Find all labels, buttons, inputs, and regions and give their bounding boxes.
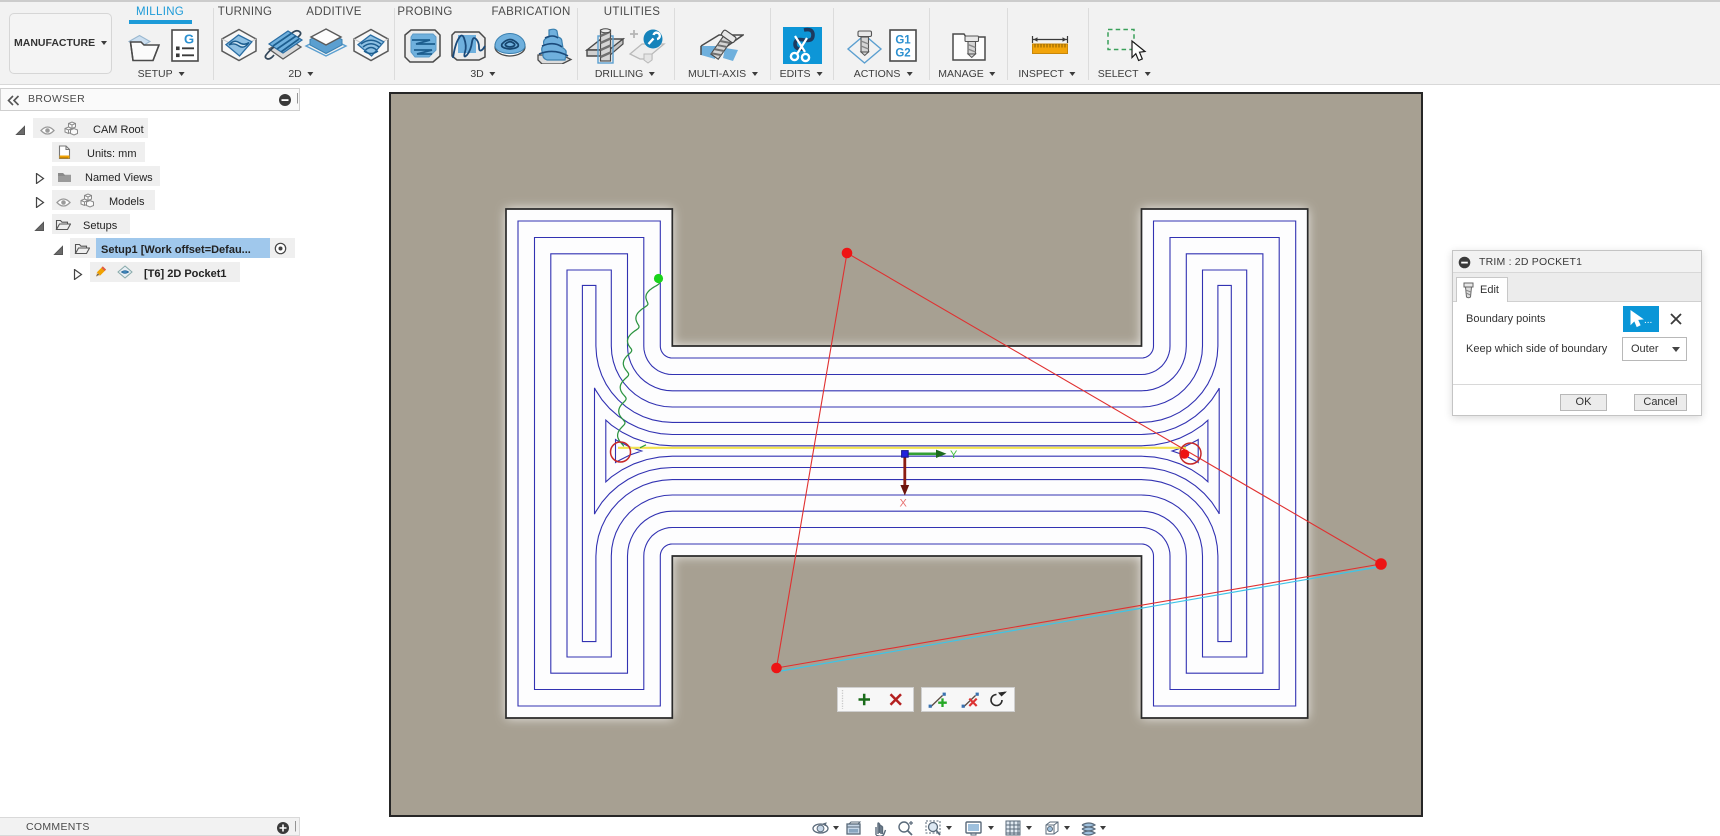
svg-text:G1: G1: [895, 35, 911, 47]
svg-text:G: G: [184, 32, 194, 47]
svg-text:...: ...: [1644, 315, 1652, 326]
svg-text:Y: Y: [950, 449, 958, 461]
svg-text:G2: G2: [895, 48, 910, 60]
svg-text:X: X: [900, 498, 908, 510]
